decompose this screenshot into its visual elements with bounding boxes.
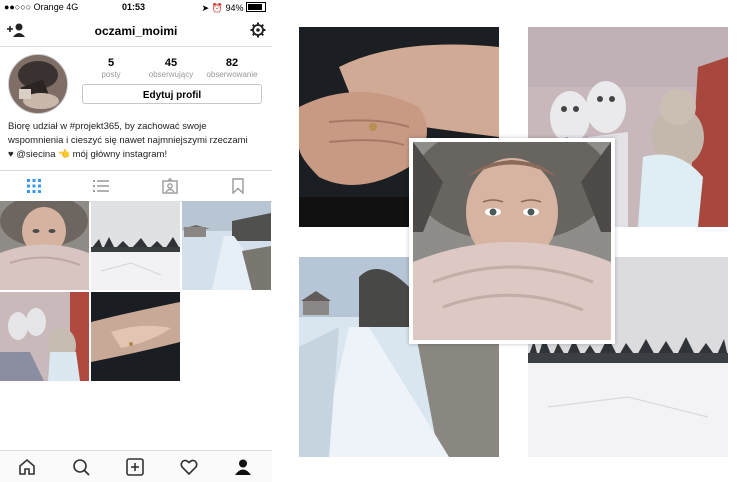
- posts-label: posty: [101, 70, 121, 79]
- bio-line: ♥ @siecina 👈 mój główny instagram!: [8, 149, 168, 160]
- status-bar: ●●○○○ Orange 4G 01:53 ➤ ⏰ 94%: [0, 0, 272, 14]
- bookmark-icon[interactable]: [230, 178, 246, 194]
- following-label: obserwowanie: [206, 70, 258, 79]
- bio-line: wspomnienia i cieszyć się nawet najmniej…: [8, 135, 248, 146]
- posts-stat[interactable]: 5 posty: [81, 57, 141, 79]
- post-thumbnail[interactable]: [91, 201, 180, 290]
- followers-stat[interactable]: 45 obserwujący: [141, 57, 201, 79]
- add-icon[interactable]: [126, 458, 144, 476]
- location-icon: ➤: [201, 3, 210, 13]
- gear-icon[interactable]: [250, 22, 266, 38]
- profile-icon[interactable]: [234, 458, 252, 476]
- post-thumbnail[interactable]: [91, 292, 180, 381]
- clock: 01:53: [122, 2, 146, 12]
- posts-count: 5: [107, 57, 115, 69]
- profile-bio: Biorę udział w #projekt365, by zachować …: [8, 120, 270, 162]
- battery-icon: [246, 2, 266, 12]
- tagged-icon[interactable]: [162, 178, 178, 194]
- network-type: 4G: [66, 2, 79, 12]
- profile-username: oczami_moimi: [94, 24, 178, 38]
- post-thumbnail[interactable]: [0, 201, 89, 290]
- list-icon[interactable]: [93, 178, 109, 194]
- heart-icon[interactable]: [180, 458, 198, 476]
- profile-tabs: [0, 170, 272, 202]
- grid-icon[interactable]: [26, 178, 42, 194]
- following-stat[interactable]: 82 obserwowanie: [202, 57, 262, 79]
- avatar[interactable]: [8, 54, 68, 114]
- followers-label: obserwujący: [148, 70, 194, 79]
- post-thumbnail[interactable]: [0, 292, 89, 381]
- battery-percent: 94%: [225, 3, 244, 13]
- home-icon[interactable]: [18, 458, 36, 476]
- top-navbar: oczami_moimi: [0, 16, 272, 47]
- carrier-name: ●●○○○ Orange: [4, 2, 64, 12]
- instagram-profile-screen: ●●○○○ Orange 4G 01:53 ➤ ⏰ 94% oczami_moi…: [0, 0, 272, 482]
- followers-count: 45: [164, 57, 178, 69]
- following-count: 82: [225, 57, 239, 69]
- search-icon[interactable]: [72, 458, 90, 476]
- alarm-icon: ⏰: [211, 3, 223, 13]
- collage-photo-main: [409, 138, 615, 344]
- post-thumbnail[interactable]: [182, 201, 271, 290]
- edit-profile-button[interactable]: Edytuj profil: [82, 84, 262, 104]
- bio-line: Biorę udział w #projekt365, by zachować …: [8, 121, 207, 132]
- bottom-tab-bar: [0, 450, 272, 482]
